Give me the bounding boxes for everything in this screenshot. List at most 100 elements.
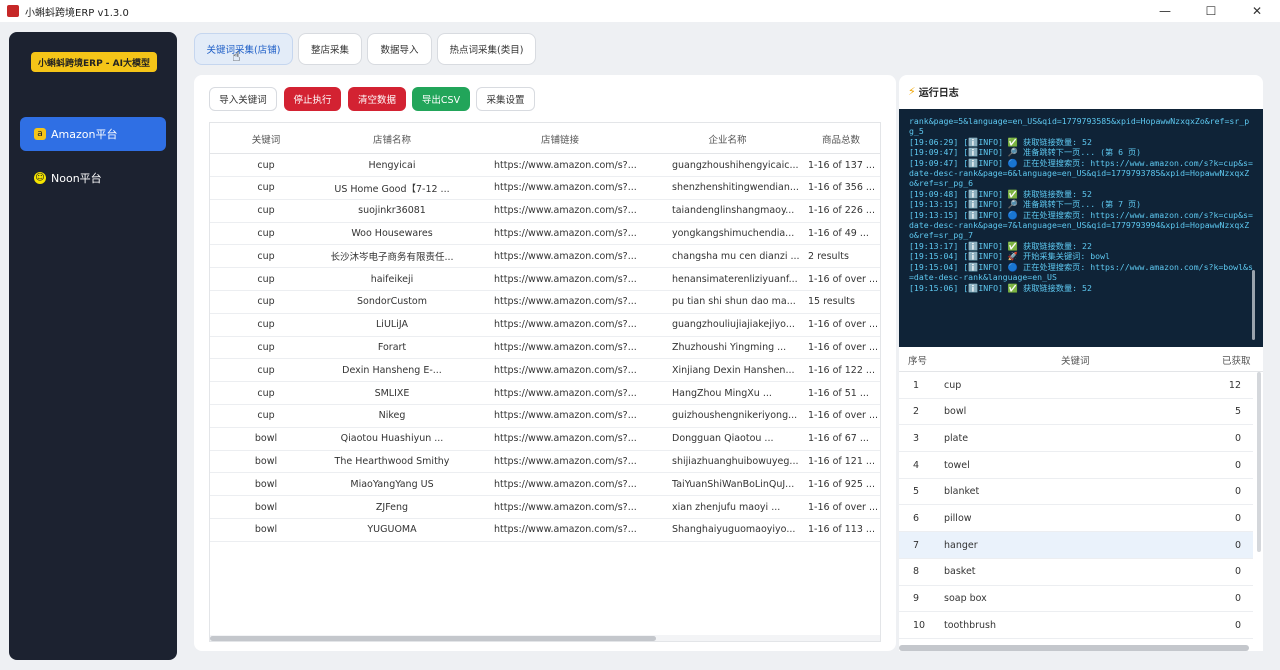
tab-data-import[interactable]: 数据导入 bbox=[367, 33, 432, 65]
log-scrollbar[interactable] bbox=[1252, 270, 1255, 340]
title-bar: 小蝌蚪跨境ERP v1.3.0 — ☐ ✕ bbox=[0, 0, 1280, 22]
table-cell: SMLIXE bbox=[374, 387, 410, 399]
keyword-row[interactable]: 2 bowl 5 bbox=[899, 399, 1253, 426]
table-row[interactable]: cup Hengyicai https://www.amazon.com/s?...… bbox=[210, 154, 880, 177]
stop-button[interactable]: 停止执行 bbox=[284, 87, 341, 111]
table-row[interactable]: bowl MiaoYangYang US https://www.amazon.co… bbox=[210, 473, 880, 497]
keyword-cell: 2 bbox=[913, 406, 920, 418]
horizontal-scrollbar[interactable] bbox=[210, 635, 880, 641]
scrollbar-thumb[interactable] bbox=[210, 636, 656, 641]
window-title: 小蝌蚪跨境ERP v1.3.0 bbox=[25, 7, 129, 19]
keyword-cell: 8 bbox=[913, 566, 920, 578]
table-row[interactable]: cup SondorCustom https://www.amazon.com/s?… bbox=[210, 291, 880, 314]
keyword-row[interactable]: 10 toothbrush 0 bbox=[899, 612, 1253, 639]
close-button[interactable]: ✕ bbox=[1234, 0, 1280, 22]
tab-hot-keyword-collect[interactable]: 热点词采集(类目) bbox=[437, 33, 536, 65]
column-header: 关键词 bbox=[1061, 356, 1090, 367]
column-header[interactable]: 店铺链接 bbox=[485, 123, 635, 154]
keyword-row[interactable]: 3 plate 0 bbox=[899, 425, 1253, 453]
log-console[interactable]: rank&page=5&language=en_US&qid=177979358… bbox=[899, 109, 1263, 347]
import-keywords-button[interactable]: 导入关键词 bbox=[209, 87, 277, 111]
table-cell: The Hearthwood Smithy bbox=[334, 455, 450, 467]
table-cell: 2 results bbox=[808, 250, 849, 262]
keyword-horizontal-scrollbar[interactable] bbox=[899, 645, 1249, 651]
table-cell: cup bbox=[257, 319, 275, 331]
table-row[interactable]: cup Forart https://www.amazon.com/s?... Zhu… bbox=[210, 336, 880, 360]
column-header[interactable]: 企业名称 bbox=[660, 123, 795, 154]
keyword-row[interactable]: 1 cup 12 bbox=[899, 372, 1253, 399]
table-row[interactable]: bowl YUGUOMA https://www.amazon.com/s?... S… bbox=[210, 519, 880, 542]
table-row[interactable]: cup suojinkr36081 https://www.amazon.com/s… bbox=[210, 200, 880, 223]
keyword-row[interactable]: 6 pillow 0 bbox=[899, 506, 1253, 533]
table-cell: https://www.amazon.com/s?... bbox=[494, 455, 637, 467]
table-row[interactable]: cup haifeikeji https://www.amazon.com/s?..… bbox=[210, 268, 880, 291]
keyword-row[interactable]: 4 towel 0 bbox=[899, 452, 1253, 479]
keyword-vertical-scrollbar[interactable] bbox=[1257, 372, 1261, 552]
log-line: [19:13:15] [ℹ️INFO] 🔎 准备跳转下一页... (第 7 页) bbox=[909, 199, 1142, 210]
table-cell: 1-16 of 925 ... bbox=[808, 478, 875, 490]
keyword-cell: 0 bbox=[1234, 593, 1241, 605]
column-header[interactable]: 关键词 bbox=[210, 123, 322, 154]
log-line: [19:15:04] [ℹ️INFO] 🚀 开始采集关键词: bowl bbox=[909, 251, 1110, 262]
keyword-cell: 1 bbox=[913, 379, 920, 391]
maximize-button[interactable]: ☐ bbox=[1188, 0, 1234, 22]
table-cell: pu tian shi shun dao ma... bbox=[672, 296, 796, 308]
keyword-cell: 0 bbox=[1234, 539, 1241, 551]
column-header[interactable]: 店铺名称 bbox=[322, 123, 462, 154]
export-csv-button[interactable]: 导出CSV bbox=[412, 87, 470, 111]
table-cell: cup bbox=[257, 227, 275, 239]
table-cell: shenzhenshitingwendian... bbox=[672, 182, 799, 194]
column-header: 已获取 bbox=[1222, 356, 1251, 367]
keyword-cell: 10 bbox=[913, 619, 926, 631]
table-cell: cup bbox=[257, 250, 275, 262]
table-row[interactable]: cup Woo Housewares https://www.amazon.com/… bbox=[210, 222, 880, 246]
table-row[interactable]: cup Dexin Hansheng E-... https://www.amazo… bbox=[210, 359, 880, 383]
keyword-row[interactable]: 5 blanket 0 bbox=[899, 479, 1253, 506]
table-row[interactable]: cup US Home Good【7-12 ... https://www.amaz… bbox=[210, 177, 880, 200]
app-logo-icon bbox=[7, 5, 19, 17]
table-cell: cup bbox=[257, 296, 275, 308]
table-row[interactable]: cup SMLIXE https://www.amazon.com/s?... Han… bbox=[210, 382, 880, 405]
sidebar-item-amazon[interactable]: a Amazon平台 bbox=[20, 117, 166, 151]
table-header: 关键词 店铺名称 店铺链接 企业名称 商品总数 bbox=[210, 123, 880, 154]
keyword-cell: bowl bbox=[944, 406, 967, 418]
table-cell: 1-16 of over ... bbox=[808, 501, 878, 513]
keyword-row[interactable]: 9 soap box 0 bbox=[899, 586, 1253, 613]
log-line: [19:15:06] [ℹ️INFO] ✅ 获取链接数量: 52 bbox=[909, 282, 1092, 293]
table-cell: 1-16 of 51 ... bbox=[808, 387, 869, 399]
clear-data-button[interactable]: 清空数据 bbox=[348, 87, 406, 111]
keyword-cell: plate bbox=[944, 432, 969, 444]
keyword-row[interactable]: 7 hanger 0 bbox=[899, 532, 1253, 559]
table-cell: 1-16 of 122 ... bbox=[808, 364, 875, 376]
table-row[interactable]: cup Nikeg https://www.amazon.com/s?... guiz… bbox=[210, 405, 880, 428]
log-line: [19:09:48] [ℹ️INFO] ✅ 获取链接数量: 52 bbox=[909, 188, 1092, 199]
table-cell: MiaoYangYang US bbox=[350, 478, 434, 490]
keyword-cell: 0 bbox=[1234, 513, 1241, 524]
main-panel: 导入关键词 停止执行 清空数据 导出CSV 采集设置 关键词 店铺名称 店铺链接… bbox=[194, 75, 896, 651]
collect-settings-button[interactable]: 采集设置 bbox=[476, 87, 535, 111]
table-cell: bowl bbox=[254, 524, 278, 536]
table-cell: bowl bbox=[254, 478, 278, 490]
table-cell: Nikeg bbox=[378, 410, 406, 422]
column-header[interactable]: 商品总数 bbox=[800, 123, 880, 154]
keyword-cell: hanger bbox=[944, 539, 978, 551]
table-cell: bowl bbox=[254, 501, 278, 513]
table-cell: yongkangshimuchendia... bbox=[672, 227, 795, 239]
table-row[interactable]: bowl The Hearthwood Smithy https://www.ama… bbox=[210, 450, 880, 474]
tab-keyword-collect[interactable]: 关键词采集(店铺) bbox=[194, 33, 293, 65]
table-row[interactable]: cup 长沙沐岑电子商务有限责任... https://www.amazon.com… bbox=[210, 245, 880, 269]
table-row[interactable]: bowl ZJFeng https://www.amazon.com/s?... xi… bbox=[210, 496, 880, 519]
tab-store-collect[interactable]: 整店采集 bbox=[298, 33, 362, 65]
log-line: [19:15:04] [ℹ️INFO] 🔵 正在处理搜索页: https://w… bbox=[909, 261, 1253, 283]
table-cell: 1-16 of over ... bbox=[808, 341, 878, 353]
keyword-row[interactable]: 8 basket 0 bbox=[899, 559, 1253, 586]
log-line: [19:13:15] [ℹ️INFO] 🔵 正在处理搜索页: https://w… bbox=[909, 209, 1253, 241]
table-row[interactable]: bowl Qiaotou Huashiyun ... https://www.ama… bbox=[210, 428, 880, 451]
sidebar-item-label: Amazon平台 bbox=[51, 128, 118, 141]
sidebar-item-noon[interactable]: ☺ Noon平台 bbox=[20, 161, 166, 195]
window-controls: — ☐ ✕ bbox=[1142, 0, 1280, 22]
table-row[interactable]: cup LiULiJA https://www.amazon.com/s?... gu… bbox=[210, 314, 880, 337]
table-cell: 1-16 of 226 ... bbox=[808, 205, 875, 217]
keyword-cell: 5 bbox=[1234, 406, 1241, 418]
minimize-button[interactable]: — bbox=[1142, 0, 1188, 22]
